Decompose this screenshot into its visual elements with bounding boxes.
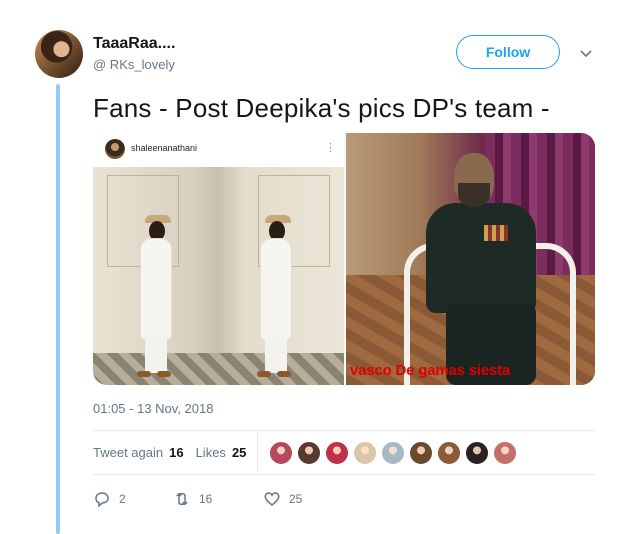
avatar[interactable] <box>35 30 83 78</box>
follow-button[interactable]: Follow <box>456 35 560 69</box>
like-button[interactable]: 25 <box>263 490 302 508</box>
more-options-icon: ⋮ <box>325 142 336 154</box>
likes-label[interactable]: Likes <box>196 445 226 460</box>
stats-separator <box>257 432 258 472</box>
timestamp[interactable]: 01:05 - 13 Nov, 2018 <box>93 401 213 416</box>
avatar-woman-brown-icon[interactable] <box>437 441 461 465</box>
person-figure-mirror <box>243 201 303 381</box>
avatar-dog-icon[interactable] <box>353 441 377 465</box>
avatar-woman-dark-icon[interactable] <box>297 441 321 465</box>
retweets-count[interactable]: 16 <box>169 445 183 460</box>
heart-icon <box>264 492 280 506</box>
avatar-woman-red2-icon[interactable] <box>325 441 349 465</box>
reply-icon <box>95 492 109 508</box>
retweets-label[interactable]: Tweet again <box>93 445 163 460</box>
reply-count: 2 <box>119 492 126 506</box>
user-handle[interactable]: @ RKs_lovely <box>93 57 175 72</box>
engagement-stats: Tweet again 16 Likes 25 <box>93 445 246 460</box>
seated-man <box>416 153 556 385</box>
thread-line <box>56 84 60 534</box>
media-photo-left[interactable]: shaleenanathani ⋮ <box>93 133 344 385</box>
liker-avatars <box>269 441 517 465</box>
display-name[interactable]: TaaaRaa.... <box>93 35 175 53</box>
media-photo-right[interactable]: vasco De gamas siesta <box>346 133 595 385</box>
avatar-woman-gold-icon[interactable] <box>409 441 433 465</box>
likes-count[interactable]: 25 <box>232 445 246 460</box>
retweet-icon <box>176 492 188 506</box>
tweet-actions: 2 16 25 <box>93 490 302 508</box>
person-figure <box>123 201 183 381</box>
retweet-button[interactable]: 16 <box>173 490 263 508</box>
retweet-count: 16 <box>199 492 213 506</box>
avatar-woman-pink-icon[interactable] <box>493 441 517 465</box>
like-count: 25 <box>289 492 303 506</box>
chevron-down-icon[interactable] <box>578 45 594 61</box>
instagram-photo <box>93 167 344 385</box>
reply-button[interactable]: 2 <box>93 490 173 508</box>
avatar-default-icon[interactable] <box>381 441 405 465</box>
image-caption: vasco De gamas siesta <box>350 362 511 379</box>
avatar-woman-black-icon[interactable] <box>465 441 489 465</box>
tweet-media[interactable]: shaleenanathani ⋮ vasco De gamas siesta <box>93 133 595 385</box>
instagram-avatar <box>105 139 125 159</box>
avatar-woman-red-icon[interactable] <box>269 441 293 465</box>
divider <box>93 474 595 475</box>
instagram-post-header: shaleenanathani ⋮ <box>93 133 344 168</box>
divider <box>93 430 595 431</box>
tweet-text: Fans - Post Deepika's pics DP's team - <box>93 93 550 123</box>
instagram-username: shaleenanathani <box>131 143 198 153</box>
